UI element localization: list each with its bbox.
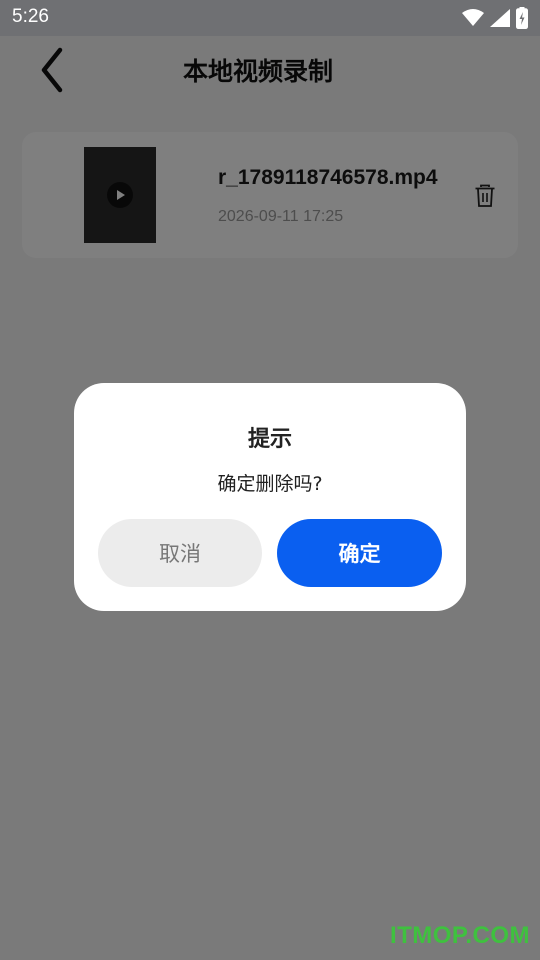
battery-charging-icon bbox=[516, 7, 528, 29]
status-time: 5:26 bbox=[12, 6, 49, 27]
confirm-dialog: 提示 确定删除吗? 取消 确定 bbox=[74, 383, 466, 611]
screen: 5:26 本地视频录制 bbox=[0, 0, 540, 960]
dialog-title: 提示 bbox=[247, 427, 292, 452]
confirm-button[interactable]: 确定 bbox=[277, 519, 442, 587]
watermark: ITMOP.COM bbox=[389, 922, 530, 949]
status-icons bbox=[462, 6, 528, 30]
cancel-button[interactable]: 取消 bbox=[98, 519, 262, 587]
status-bar: 5:26 bbox=[0, 0, 540, 36]
cellular-signal-icon bbox=[490, 9, 510, 27]
dialog-message: 确定删除吗? bbox=[217, 473, 323, 495]
wifi-icon bbox=[462, 9, 484, 26]
